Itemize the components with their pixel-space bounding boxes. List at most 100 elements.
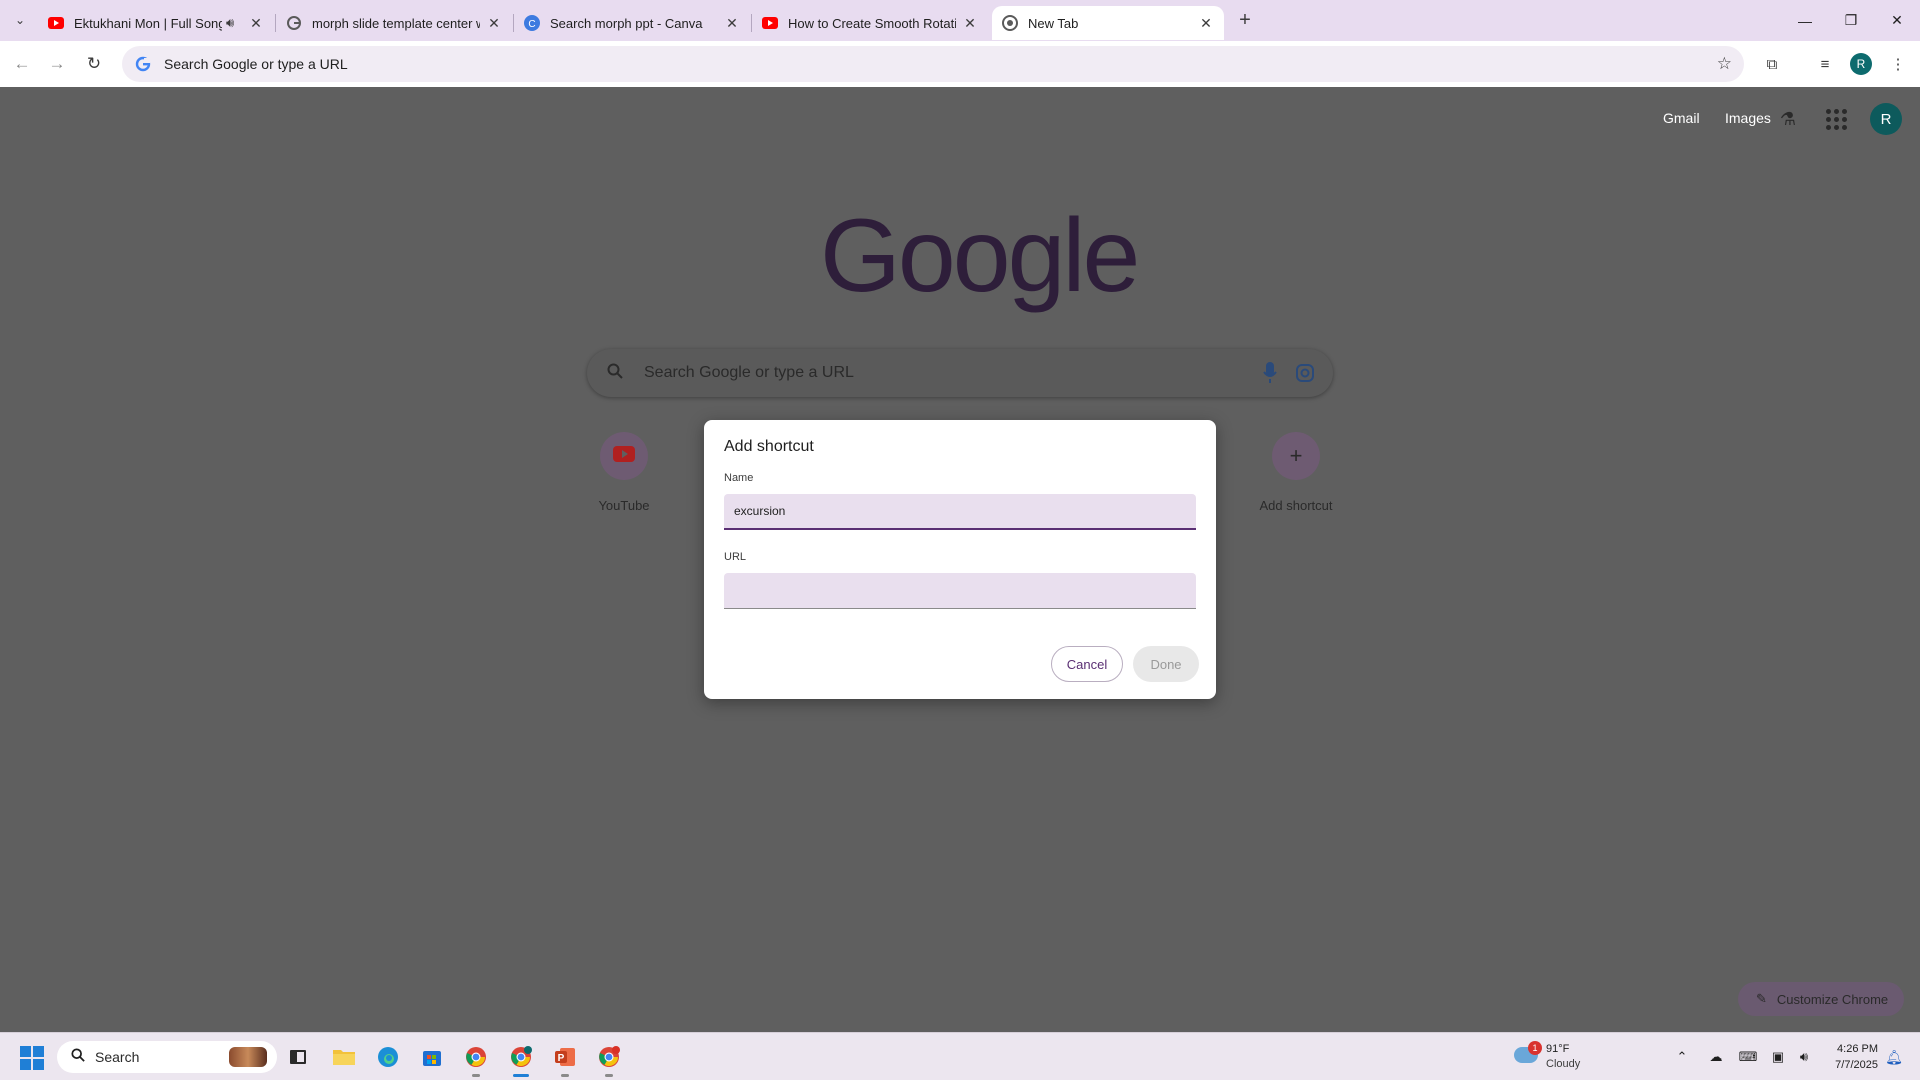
tab-ektukhani[interactable]: Ektukhani Mon | Full Song | 🔊︎ ✕ — [38, 6, 274, 40]
customize-chrome-button[interactable]: ✎ Customize Chrome — [1738, 982, 1904, 1016]
taskbar-search[interactable]: Search — [57, 1041, 277, 1073]
running-indicator — [472, 1074, 480, 1077]
google-icon — [286, 15, 302, 31]
search-icon — [71, 1048, 85, 1066]
bookmark-star-icon[interactable]: ☆ — [1717, 54, 1732, 74]
tab-smooth-rotating[interactable]: How to Create Smooth Rotating ✕ — [752, 6, 988, 40]
running-indicator — [605, 1074, 613, 1077]
chrome-canary-icon[interactable] — [593, 1041, 625, 1077]
show-hidden-icons-icon[interactable]: ⌃ — [1672, 1047, 1692, 1067]
svg-text:P: P — [558, 1053, 565, 1064]
tab-title: How to Create Smooth Rotating — [788, 15, 956, 31]
youtube-icon — [762, 15, 778, 31]
active-indicator — [513, 1074, 529, 1077]
chrome-profile-icon[interactable] — [505, 1041, 537, 1077]
extensions-button[interactable]: ⧉ — [1758, 50, 1786, 78]
forward-button[interactable]: → — [43, 50, 71, 78]
minimize-button[interactable]: — — [1782, 0, 1828, 41]
chevron-down-icon: ⌄ — [14, 13, 26, 27]
store-icon[interactable] — [416, 1041, 448, 1073]
media-control-button[interactable]: ≡ — [1811, 50, 1839, 78]
images-link[interactable]: Images — [1725, 110, 1771, 126]
close-tab-icon[interactable]: ✕ — [962, 15, 978, 31]
shortcut-tile: + — [1272, 432, 1320, 480]
clock-date: 7/7/2025 — [1835, 1059, 1878, 1071]
shortcut-tile — [600, 432, 648, 480]
youtube-icon — [613, 445, 635, 467]
shortcut-label: Add shortcut — [1259, 498, 1333, 513]
weather-widget[interactable]: 1 91°F Cloudy — [1512, 1041, 1602, 1073]
canva-icon: C — [524, 15, 540, 31]
back-button[interactable]: ← — [8, 50, 36, 78]
close-tab-icon[interactable]: ✕ — [1198, 15, 1214, 31]
plus-icon: + — [1239, 8, 1251, 31]
chrome-menu-button[interactable]: ⋮ — [1884, 50, 1912, 78]
tab-new-tab[interactable]: New Tab ✕ — [992, 6, 1224, 40]
volume-icon[interactable]: 🔊︎ — [1794, 1047, 1814, 1067]
lens-search-icon[interactable] — [1295, 363, 1315, 383]
close-window-button[interactable]: ✕ — [1874, 0, 1920, 41]
arrow-right-icon: → — [48, 54, 66, 73]
speaker-icon[interactable]: 🔊︎ — [226, 15, 242, 31]
close-tab-icon[interactable]: ✕ — [248, 15, 264, 31]
puzzle-icon: ⧉ — [1766, 55, 1778, 73]
pencil-icon: ✎ — [1756, 991, 1767, 1006]
voice-search-icon[interactable] — [1263, 362, 1277, 384]
reload-icon: ↻ — [86, 54, 102, 73]
labs-flask-icon[interactable]: ⚗︎ — [1776, 107, 1800, 131]
network-icon[interactable]: ▣ — [1768, 1047, 1788, 1067]
search-placeholder: Search Google or type a URL — [644, 364, 854, 381]
svg-text:C: C — [528, 19, 535, 30]
taskbar-search-label: Search — [95, 1049, 140, 1065]
close-tab-icon[interactable]: ✕ — [724, 15, 740, 31]
weather-condition: Cloudy — [1546, 1058, 1581, 1070]
notification-bell-icon[interactable]: 🔔︎ — [1884, 1047, 1904, 1067]
weather-alert-badge: 1 — [1528, 1041, 1542, 1055]
done-button[interactable]: Done — [1133, 646, 1199, 682]
name-label: Name — [724, 472, 754, 484]
tab-search-button[interactable]: ⌄ — [8, 8, 32, 32]
clock-time: 4:26 PM — [1837, 1043, 1878, 1055]
onedrive-icon[interactable]: ☁︎ — [1706, 1047, 1726, 1067]
customize-label: Customize Chrome — [1776, 991, 1889, 1007]
close-tab-icon[interactable]: ✕ — [486, 15, 502, 31]
running-indicator — [561, 1074, 569, 1077]
youtube-icon — [48, 15, 64, 31]
google-search-box[interactable]: Search Google or type a URL — [587, 349, 1333, 397]
windows-taskbar: Search P 1 91°F Cloudy ⌃ ☁︎ ⌨︎ ▣ 🔊︎ 4:26 — [0, 1032, 1920, 1080]
new-tab-button[interactable]: + — [1233, 8, 1257, 32]
gmail-link[interactable]: Gmail — [1663, 110, 1700, 126]
reload-button[interactable]: ↻ — [80, 50, 108, 78]
search-icon — [607, 363, 627, 384]
tab-title: morph slide template center wi — [312, 15, 480, 31]
address-bar[interactable]: Search Google or type a URL ☆ — [122, 46, 1744, 82]
file-explorer-icon[interactable] — [328, 1041, 360, 1073]
account-avatar[interactable]: R — [1870, 103, 1902, 135]
chrome-icon — [1002, 15, 1018, 31]
shortcut-youtube[interactable]: YouTube — [568, 432, 680, 513]
tab-canva[interactable]: C Search morph ppt - Canva ✕ — [514, 6, 750, 40]
profile-avatar[interactable]: R — [1850, 53, 1872, 75]
minimize-icon: — — [1798, 12, 1812, 29]
arrow-left-icon: ← — [13, 54, 31, 73]
shortcut-add[interactable]: + Add shortcut — [1240, 432, 1352, 513]
url-field[interactable] — [724, 573, 1196, 609]
tab-morph-template[interactable]: morph slide template center wi ✕ — [276, 6, 512, 40]
tab-title: Search morph ppt - Canva — [550, 15, 703, 31]
cancel-button[interactable]: Cancel — [1051, 646, 1123, 682]
restore-icon: ❐ — [1844, 12, 1858, 28]
keyboard-icon[interactable]: ⌨︎ — [1738, 1047, 1758, 1067]
restore-button[interactable]: ❐ — [1828, 0, 1874, 41]
powerpoint-icon[interactable]: P — [549, 1041, 581, 1077]
chrome-icon[interactable] — [460, 1041, 492, 1077]
google-logo: Google — [820, 198, 1140, 314]
weather-temp: 91°F — [1546, 1043, 1570, 1055]
system-clock[interactable]: 4:26 PM 7/7/2025 — [1820, 1041, 1878, 1073]
name-field[interactable] — [724, 494, 1196, 530]
google-apps-icon[interactable] — [1824, 107, 1848, 131]
edge-icon[interactable] — [372, 1041, 404, 1073]
task-view-icon[interactable] — [282, 1041, 314, 1073]
windows-start-icon[interactable] — [20, 1046, 44, 1070]
tab-title: Ektukhani Mon | Full Song | — [74, 15, 222, 31]
google-g-icon — [128, 56, 158, 72]
